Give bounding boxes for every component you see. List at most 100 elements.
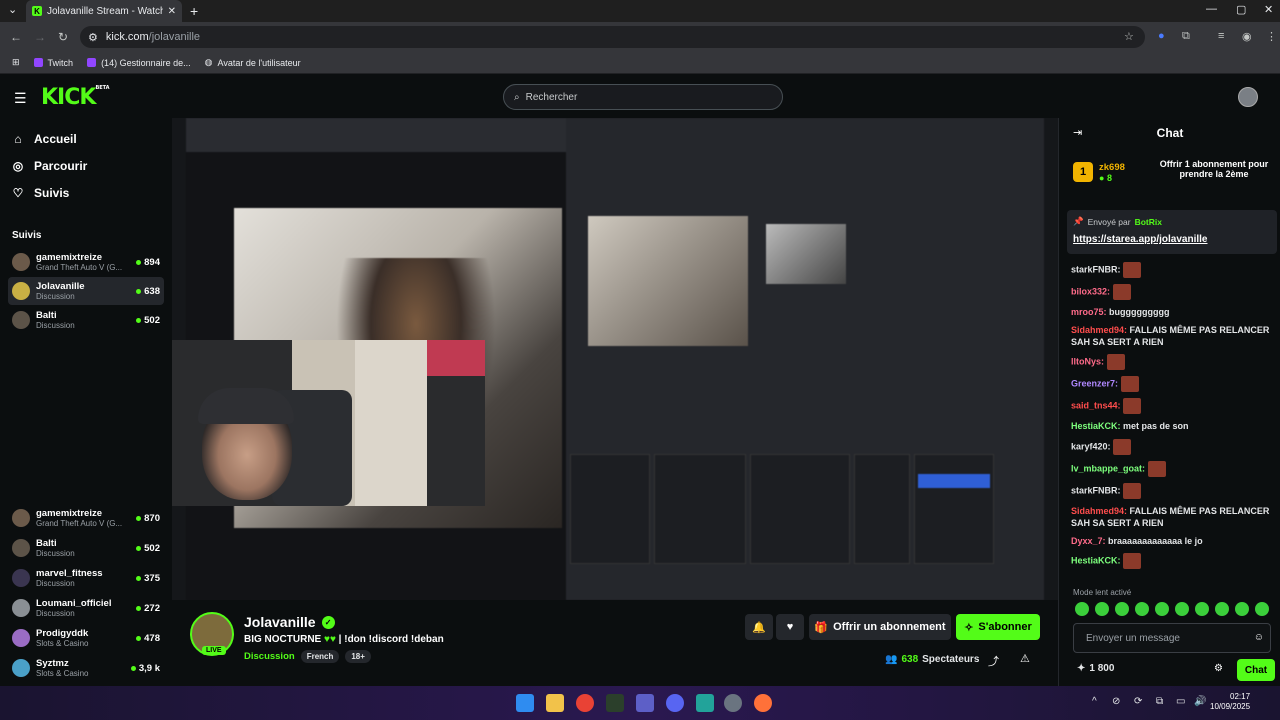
sidebar-item-accueil[interactable]: ⌂ Accueil [12,132,76,146]
followed-channel[interactable]: Balti Discussion 502 [8,306,164,334]
chat-username[interactable]: starkFNBR: [1071,485,1121,495]
file-explorer-icon[interactable] [546,694,564,712]
tab-search-icon[interactable]: ⌄ [8,3,17,16]
chat-username[interactable]: HestiaKCK: [1071,555,1121,565]
window-close-icon[interactable]: ✕ [1264,3,1273,16]
reload-icon[interactable]: ↻ [58,30,68,44]
chrome-icon[interactable] [576,694,594,712]
gift-prompt[interactable]: Offrir 1 abonnement pour prendre la 2ème [1151,159,1277,180]
url-field[interactable]: ⚙ kick.com/jolavanille [80,26,1145,48]
chat-username[interactable]: Dyxx_7: [1071,536,1106,546]
minimize-icon[interactable]: — [1206,3,1217,15]
app-icon[interactable] [696,694,714,712]
share-icon[interactable]: ⤴ [988,653,999,669]
followed-channel[interactable]: Jolavanille Discussion 638 [8,277,164,305]
follow-heart-button[interactable]: ♥ [776,614,804,640]
extension-icon[interactable]: ● [1158,30,1165,42]
chat-username[interactable]: lv_mbappe_goat: [1071,463,1145,473]
settings-icon[interactable] [724,694,742,712]
browser-menu-icon[interactable]: ⋮ [1266,30,1277,43]
back-icon[interactable]: ← [10,30,22,44]
sidebar-item-suivis[interactable]: ♡ Suivis [12,186,70,200]
tray-icon[interactable]: ⊘ [1112,696,1120,707]
chat-username[interactable]: HestiaKCK: [1071,421,1121,431]
user-avatar[interactable] [1238,87,1258,107]
followed-channel[interactable]: gamemixtreize Grand Theft Auto V (G... 89… [8,248,164,276]
bookmark-avatar[interactable]: ◍ Avatar de l'utilisateur [205,57,301,68]
emote-icon[interactable] [1155,602,1169,616]
emote-icon[interactable] [1215,602,1229,616]
network-icon[interactable]: ▭ [1176,696,1185,707]
tray-chevron-icon[interactable]: ^ [1092,696,1097,707]
emote-icon[interactable] [1195,602,1209,616]
emote-icon[interactable] [1175,602,1189,616]
stream-title: BIG NOCTURNE ♥♥ | !don !discord !deban [244,634,444,645]
new-tab-icon[interactable]: + [190,3,198,19]
firefox-icon[interactable] [754,694,772,712]
emoji-icon[interactable]: ☺ [1254,632,1264,643]
chat-username[interactable]: bilox332: [1071,286,1110,296]
site-info-icon[interactable]: ⚙ [88,31,98,44]
chat-username[interactable]: mroo75: [1071,307,1107,317]
profile-avatar-icon[interactable]: ◉ [1242,30,1252,43]
obs-panel [570,454,650,564]
tray-icon[interactable]: ⧉ [1156,696,1163,707]
emote-icon[interactable] [1115,602,1129,616]
users-icon: 👥 [885,654,898,665]
followed-channel[interactable]: Prodigyddk Slots & Casino 478 [8,624,164,652]
followed-channel[interactable]: marvel_fitness Discussion 375 [8,564,164,592]
gift-subscription-button[interactable]: 🎁 Offrir un abonnement [809,614,951,640]
chat-username[interactable]: karyf420: [1071,441,1111,451]
chat-username[interactable]: Greenzer7: [1071,379,1118,389]
maximize-icon[interactable]: ▢ [1236,3,1246,16]
extensions-puzzle-icon[interactable]: ⧉ [1182,30,1190,43]
emote-icon[interactable] [1135,602,1149,616]
category-link[interactable]: Discussion [244,651,295,662]
tag-pill[interactable]: 18+ [345,650,371,663]
volume-icon[interactable]: 🔊 [1194,696,1206,707]
emote-icon[interactable] [1075,602,1089,616]
tab-close-icon[interactable]: ✕ [168,6,176,17]
followed-channel[interactable]: Balti Discussion 502 [8,534,164,562]
chat-username[interactable]: Sidahmed94: [1071,325,1127,335]
system-clock[interactable]: 02:17 10/09/2025 [1210,692,1250,712]
followed-channel[interactable]: Syztmz Slots & Casino 3,9 k [8,654,164,682]
video-player[interactable] [172,118,1058,600]
tag-pill[interactable]: French [300,650,340,663]
report-warning-icon[interactable]: ⚠ [1020,652,1030,665]
chat-username[interactable]: Sidahmed94: [1071,506,1127,516]
notification-bell-button[interactable]: 🔔 [745,614,773,640]
emote-icon[interactable] [1255,602,1269,616]
sidebar-item-parcourir[interactable]: ◎ Parcourir [12,159,88,173]
emote-icon[interactable] [1095,602,1109,616]
emote-icon[interactable] [1235,602,1249,616]
tray-icon[interactable]: ⟳ [1134,696,1142,707]
bookmark-gestionnaire[interactable]: (14) Gestionnaire de... [87,58,191,68]
kick-logo[interactable]: KICKBETA [41,85,110,110]
chat-message-input[interactable]: Envoyer un message ☺ [1073,623,1271,653]
avatar [12,509,30,527]
bookmark-star-icon[interactable]: ☆ [1124,30,1134,43]
search-input[interactable]: ⌕ Rechercher [503,84,783,110]
media-controls-icon[interactable]: ≡ [1218,30,1224,42]
chat-username[interactable]: said_tns44: [1071,401,1121,411]
chat-username[interactable]: lltoNys: [1071,357,1104,367]
terminal-icon[interactable] [606,694,624,712]
browser-tab-active[interactable]: K Jolavanille Stream - Watch Live ✕ [26,0,182,22]
windows-start-icon[interactable] [516,694,534,712]
channel-points[interactable]: ✦ 1 800 [1077,663,1114,674]
send-chat-button[interactable]: Chat [1237,659,1275,681]
menu-hamburger-icon[interactable]: ☰ [14,90,27,107]
teams-icon[interactable] [636,694,654,712]
chat-username[interactable]: starkFNBR: [1071,264,1121,274]
apps-grid-icon[interactable]: ⊞ [12,57,20,68]
discord-icon[interactable] [666,694,684,712]
bookmark-twitch[interactable]: Twitch [33,58,73,68]
pinned-link[interactable]: https://starea.app/jolavanille [1073,234,1207,245]
followed-channel[interactable]: gamemixtreize Grand Theft Auto V (G... 87… [8,504,164,532]
channel-name[interactable]: Jolavanille ✓ [244,614,335,630]
chat-settings-icon[interactable]: ⚙ [1214,663,1223,674]
subscribe-button[interactable]: ✧ S'abonner [956,614,1040,640]
forward-icon[interactable]: → [34,30,46,44]
followed-channel[interactable]: Loumani_officiel Discussion 272 [8,594,164,622]
